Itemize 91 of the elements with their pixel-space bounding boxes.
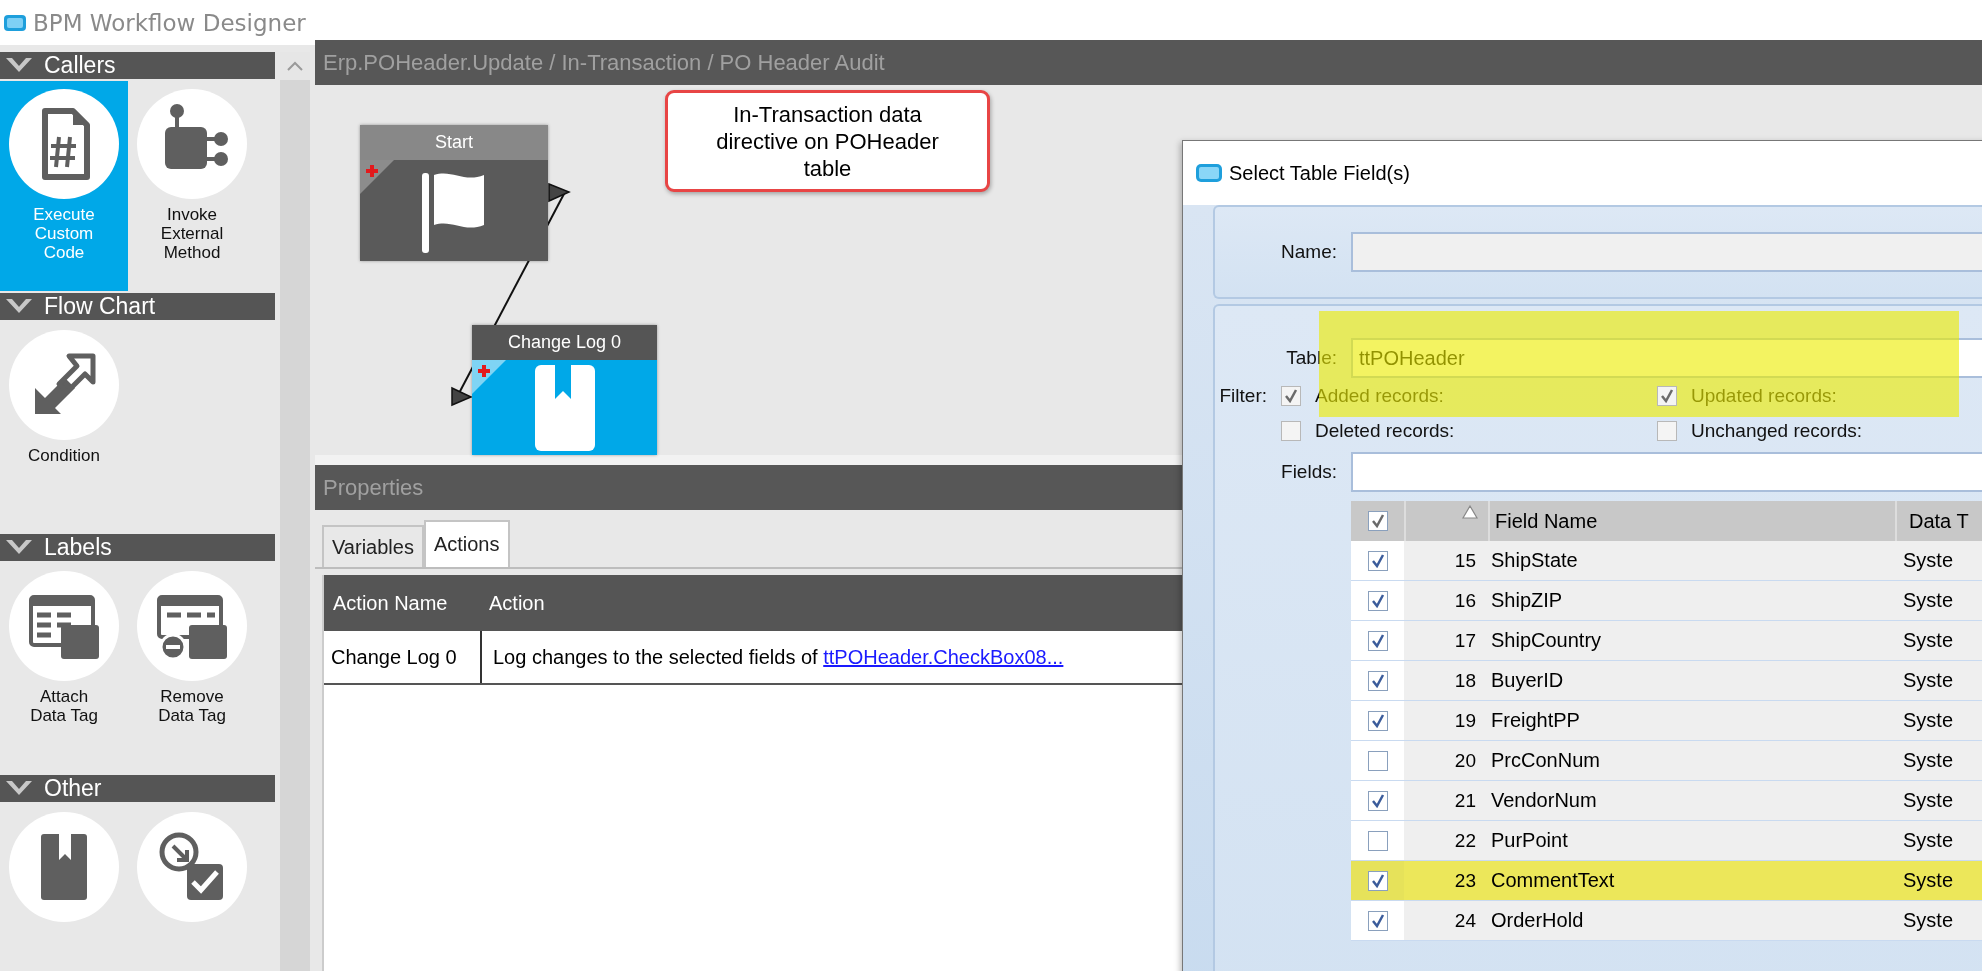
- field-label: Name:: [1280, 241, 1338, 263]
- table-cell-text: VendorNum: [1490, 789, 1598, 812]
- field-label: Fields:: [1280, 461, 1338, 483]
- checkbox[interactable]: [1367, 710, 1388, 731]
- corner-plus-icon[interactable]: [472, 360, 506, 394]
- sort-ascending-icon: [1462, 505, 1478, 519]
- table-cell-text: BuyerID: [1490, 669, 1565, 692]
- section-header[interactable]: Labels: [0, 534, 275, 561]
- section-header[interactable]: Callers: [0, 52, 275, 79]
- callout-note: In-Transaction data directive on POHeader table: [665, 90, 990, 192]
- palette-item[interactable]: Invoke External Method: [128, 81, 256, 291]
- column-header: Action Name: [332, 591, 449, 615]
- panel-title: Properties: [323, 474, 424, 501]
- table-row[interactable]: 24 OrderHold Syste: [1351, 901, 1982, 941]
- table-cell-text: 15: [1453, 549, 1477, 572]
- table-cell-text: 20: [1453, 749, 1477, 772]
- table-cell-text: ShipZIP: [1490, 589, 1564, 612]
- window-title: BPM Workflow Designer: [33, 9, 306, 36]
- table-row[interactable]: 18 BuyerID Syste: [1351, 661, 1982, 701]
- table-cell-text: ShipState: [1490, 549, 1579, 572]
- table-cell: Change Log 0: [324, 631, 482, 683]
- dialog-title: Select Table Field(s): [1229, 161, 1410, 185]
- breadcrumb-path: Erp.POHeader.Update / In-Transaction / PO Header Audit: [323, 49, 885, 76]
- table-cell-text: PrcConNum: [1490, 749, 1601, 772]
- palette-item[interactable]: Remove Data Tag: [128, 563, 256, 773]
- scrollbar[interactable]: [280, 52, 310, 971]
- diagonal-arrows-icon: [9, 330, 119, 440]
- field-label: Filter:: [1218, 384, 1268, 408]
- tab[interactable]: Actions: [423, 520, 510, 567]
- table-cell-text: 16: [1453, 589, 1477, 612]
- table-cell-text: 17: [1453, 629, 1477, 652]
- checkbox-label: Updated records:: [1691, 384, 1837, 407]
- checkbox[interactable]: [1367, 670, 1388, 691]
- column-header: Action: [488, 591, 545, 615]
- table-row[interactable]: 20 PrcConNum Syste: [1351, 741, 1982, 781]
- table-tag-icon: [9, 571, 119, 681]
- table-minus-icon: [137, 571, 247, 681]
- checkbox[interactable]: [1367, 550, 1388, 571]
- section-header[interactable]: Other: [0, 775, 275, 802]
- highlighted-row[interactable]: 23 CommentText Syste: [1351, 861, 1982, 901]
- table-row[interactable]: 16 ShipZIP Syste: [1351, 581, 1982, 621]
- table-row[interactable]: 22 PurPoint Syste: [1351, 821, 1982, 861]
- section-header[interactable]: Flow Chart: [0, 293, 275, 320]
- checkbox[interactable]: [1367, 750, 1388, 771]
- file-hash-icon: [9, 89, 119, 199]
- table-cell-text: ShipCountry: [1490, 629, 1603, 652]
- table-cell-text: Syste: [1902, 869, 1954, 892]
- checkbox-label: Unchanged records:: [1691, 419, 1863, 442]
- fields-filter-field[interactable]: [1351, 452, 1982, 492]
- table-cell-text: Syste: [1902, 669, 1954, 692]
- checkbox[interactable]: [1367, 830, 1388, 851]
- table-cell-text: 22: [1453, 829, 1477, 852]
- table-cell-text: 19: [1453, 709, 1477, 732]
- checkbox[interactable]: [1367, 870, 1388, 891]
- name-field[interactable]: [1351, 232, 1982, 272]
- select-all-checkbox[interactable]: [1367, 511, 1388, 531]
- checkbox-label: Deleted records:: [1315, 419, 1455, 442]
- table-cell-text: 23: [1453, 869, 1477, 892]
- checkbox[interactable]: [1367, 590, 1388, 611]
- table-row[interactable]: 21 VendorNum Syste: [1351, 781, 1982, 821]
- table-cell-text: CommentText: [1490, 869, 1616, 892]
- table-cell-text: Syste: [1902, 829, 1954, 852]
- field-link[interactable]: ttPOHeader.CheckBox08...: [823, 645, 1064, 668]
- tab[interactable]: Variables: [322, 525, 424, 567]
- checkbox[interactable]: [1367, 910, 1388, 931]
- app-icon: [3, 12, 27, 33]
- checkbox[interactable]: [1367, 790, 1388, 811]
- bookmark-book-icon: [534, 364, 595, 451]
- table-cell-text: Log changes to the selected fields of ttPOHeader.CheckBox08...: [492, 645, 1064, 669]
- app-icon: [1195, 162, 1223, 184]
- table-cell-text: Syste: [1902, 709, 1954, 732]
- table-cell-text: Syste: [1902, 789, 1954, 812]
- table-row[interactable]: 17 ShipCountry Syste: [1351, 621, 1982, 661]
- palette-item[interactable]: Condition: [0, 322, 128, 532]
- table-cell-text: OrderHold: [1490, 909, 1585, 932]
- table-cell-text: Syste: [1902, 909, 1954, 932]
- table-cell-text: 21: [1453, 789, 1477, 812]
- table-cell-text: Syste: [1902, 549, 1954, 572]
- checkbox[interactable]: [1367, 630, 1388, 651]
- table-cell-text: Syste: [1902, 749, 1954, 772]
- node-connectors-icon: [137, 89, 247, 199]
- table-row[interactable]: 15 ShipState Syste: [1351, 541, 1982, 581]
- table-cell-text: Syste: [1902, 629, 1954, 652]
- table-cell-text: Syste: [1902, 589, 1954, 612]
- palette-item[interactable]: Attach Data Tag: [0, 563, 128, 773]
- bookmark-book-icon: [9, 812, 119, 922]
- table-cell-text: PurPoint: [1490, 829, 1569, 852]
- table-row[interactable]: 19 FreightPP Syste: [1351, 701, 1982, 741]
- table-cell-text: 18: [1453, 669, 1477, 692]
- table-cell-text: FreightPP: [1490, 709, 1581, 732]
- table-cell-text: 24: [1453, 909, 1477, 932]
